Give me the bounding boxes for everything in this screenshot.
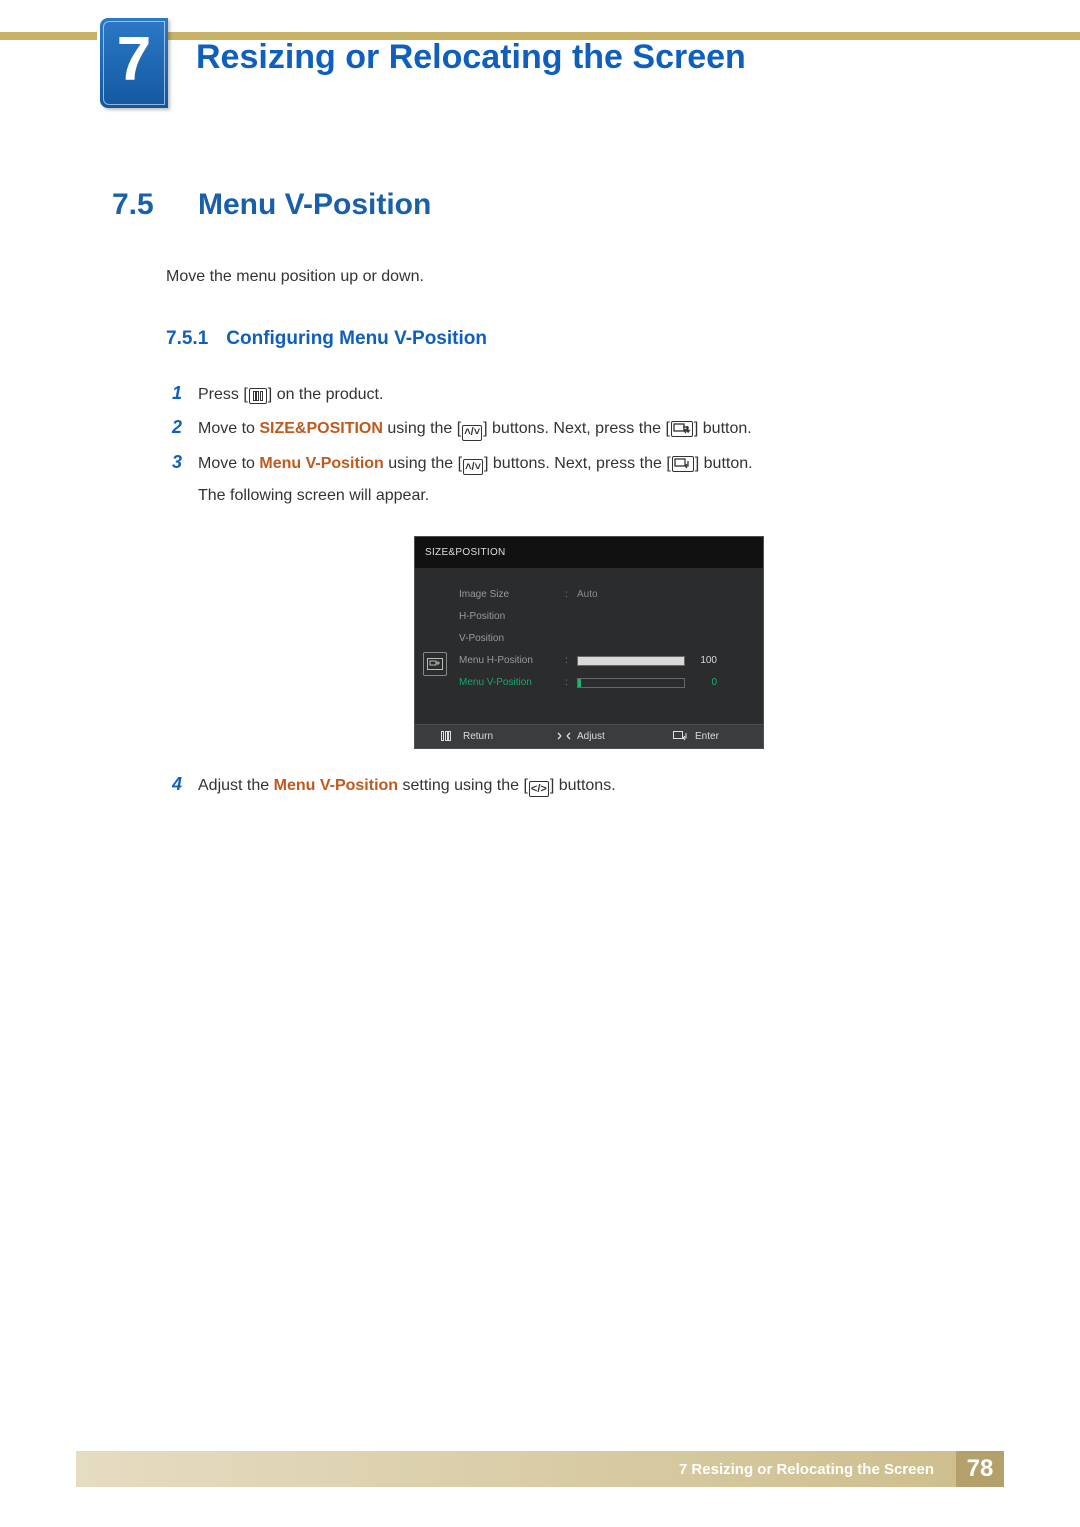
osd-row-image-size: Image Size : Auto bbox=[459, 584, 747, 606]
section-title: Menu V-Position bbox=[198, 188, 431, 222]
step-text: ] buttons. Next, press the [ bbox=[484, 455, 671, 472]
osd-value: Auto bbox=[577, 585, 598, 604]
step-text: Adjust the bbox=[198, 777, 274, 794]
enter-button-icon bbox=[673, 731, 689, 742]
step-text: ] button. bbox=[695, 455, 753, 472]
left-right-icon bbox=[557, 731, 571, 741]
step-number: 2 bbox=[166, 410, 182, 444]
keyword-size-position: SIZE&POSITION bbox=[259, 420, 383, 437]
subsection-title: Configuring Menu V-Position bbox=[226, 328, 487, 350]
chapter-title: Resizing or Relocating the Screen bbox=[196, 38, 746, 77]
osd-value: 0 bbox=[691, 673, 717, 692]
enter-button-icon bbox=[672, 456, 694, 472]
step-text: ] buttons. Next, press the [ bbox=[483, 420, 670, 437]
step-number: 4 bbox=[166, 767, 182, 801]
step-text: Move to bbox=[198, 420, 259, 437]
osd-title: SIZE&POSITION bbox=[415, 537, 763, 568]
osd-value: 100 bbox=[691, 651, 717, 670]
osd-footer: Return Adjust Enter bbox=[415, 724, 763, 748]
footer-chapter-ref: 7 Resizing or Relocating the Screen bbox=[679, 1461, 934, 1478]
osd-screenshot: SIZE&POSITION Image Size : Auto bbox=[414, 536, 764, 749]
osd-row-menu-v-position: Menu V-Position : 0 bbox=[459, 672, 747, 694]
osd-row-h-position: H-Position bbox=[459, 606, 747, 628]
osd-row-menu-h-position: Menu H-Position : 100 bbox=[459, 650, 747, 672]
osd-footer-adjust: Adjust bbox=[531, 727, 647, 746]
osd-footer-label: Adjust bbox=[577, 727, 605, 746]
step-text: using the [ bbox=[384, 455, 462, 472]
step-text: ] on the product. bbox=[268, 386, 384, 403]
subsection-heading: 7.5.1 Configuring Menu V-Position bbox=[166, 328, 980, 350]
keyword-menu-v-position: Menu V-Position bbox=[259, 455, 383, 472]
osd-label: Image Size bbox=[459, 585, 559, 604]
step-number: 1 bbox=[166, 376, 182, 410]
osd-footer-return: Return bbox=[415, 727, 531, 746]
osd-slider bbox=[577, 656, 685, 666]
step-text: setting using the [ bbox=[398, 777, 528, 794]
enter-button-icon bbox=[671, 421, 693, 437]
osd-footer-label: Return bbox=[463, 727, 493, 746]
osd-footer-label: Enter bbox=[695, 727, 719, 746]
step-number: 3 bbox=[166, 445, 182, 479]
osd-label: V-Position bbox=[459, 629, 559, 648]
osd-label: Menu V-Position bbox=[459, 673, 559, 692]
osd-slider bbox=[577, 678, 685, 688]
section-heading: 7.5 Menu V-Position bbox=[112, 188, 980, 222]
menu-button-icon bbox=[441, 731, 457, 741]
step-text: ] button. bbox=[694, 420, 752, 437]
chapter-number-badge: 7 bbox=[100, 18, 168, 108]
up-down-icon: ˄/˅ bbox=[462, 425, 482, 441]
menu-button-icon bbox=[249, 388, 267, 404]
left-right-icon: </> bbox=[529, 781, 549, 797]
osd-row-v-position: V-Position bbox=[459, 628, 747, 650]
step-text: using the [ bbox=[383, 420, 461, 437]
osd-footer-enter: Enter bbox=[647, 727, 763, 746]
osd-label: Menu H-Position bbox=[459, 651, 559, 670]
section-intro: Move the menu position up or down. bbox=[166, 268, 980, 286]
page-content: 7.5 Menu V-Position Move the menu positi… bbox=[112, 180, 980, 801]
step-4: 4 Adjust the Menu V-Position setting usi… bbox=[166, 767, 980, 801]
step-text: ] buttons. bbox=[550, 777, 616, 794]
step-3: 3 Move to Menu V-Position using the [˄/˅… bbox=[166, 445, 980, 749]
step-extra-text: The following screen will appear. bbox=[198, 481, 980, 511]
page-footer: 7 Resizing or Relocating the Screen 78 bbox=[76, 1451, 1004, 1487]
subsection-number: 7.5.1 bbox=[166, 328, 208, 350]
keyword-menu-v-position: Menu V-Position bbox=[274, 777, 398, 794]
step-text: Move to bbox=[198, 455, 259, 472]
osd-category-icon bbox=[423, 652, 447, 676]
up-down-icon: ˄/˅ bbox=[463, 459, 483, 475]
section-number: 7.5 bbox=[112, 188, 166, 222]
step-2: 2 Move to SIZE&POSITION using the [˄/˅] … bbox=[166, 410, 980, 444]
page-number: 78 bbox=[956, 1451, 1004, 1487]
step-text: Press [ bbox=[198, 386, 248, 403]
step-1: 1 Press [ ] on the product. bbox=[166, 376, 980, 410]
osd-label: H-Position bbox=[459, 607, 559, 626]
steps-list: 1 Press [ ] on the product. 2 Move to SIZ… bbox=[166, 376, 980, 801]
